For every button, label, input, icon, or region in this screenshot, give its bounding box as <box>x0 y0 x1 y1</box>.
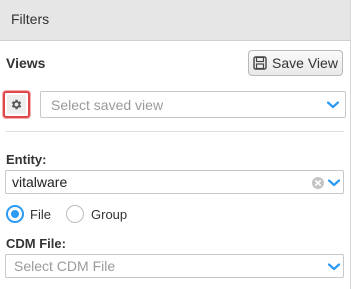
save-icon <box>253 56 267 70</box>
save-view-label: Save View <box>272 55 338 71</box>
divider <box>6 131 344 132</box>
file-radio-label: File <box>30 207 51 222</box>
group-radio[interactable] <box>66 205 84 223</box>
views-label: Views <box>6 55 46 71</box>
view-settings-button[interactable] <box>3 91 30 118</box>
entity-value: vitalware <box>12 174 68 190</box>
entity-select[interactable]: vitalware <box>5 170 344 194</box>
saved-view-placeholder: Select saved view <box>51 97 164 113</box>
cdm-file-placeholder: Select CDM File <box>14 258 116 274</box>
file-radio[interactable] <box>6 205 24 223</box>
panel-header: Filters <box>0 0 350 41</box>
cdm-file-select[interactable]: Select CDM File <box>5 254 344 278</box>
entity-label: Entity: <box>6 152 47 167</box>
group-radio-label: Group <box>91 207 128 222</box>
clear-icon[interactable] <box>312 177 324 189</box>
chevron-down-icon <box>328 179 340 187</box>
panel-title: Filters <box>11 11 50 27</box>
cdm-file-label: CDM File: <box>6 236 66 251</box>
filters-panel: Filters Views Save View Select saved vie… <box>0 0 351 289</box>
chevron-down-icon <box>327 101 339 109</box>
saved-view-select[interactable]: Select saved view <box>40 91 346 118</box>
chevron-down-icon <box>328 263 340 271</box>
save-view-button[interactable]: Save View <box>248 50 343 76</box>
gear-icon <box>7 95 26 114</box>
